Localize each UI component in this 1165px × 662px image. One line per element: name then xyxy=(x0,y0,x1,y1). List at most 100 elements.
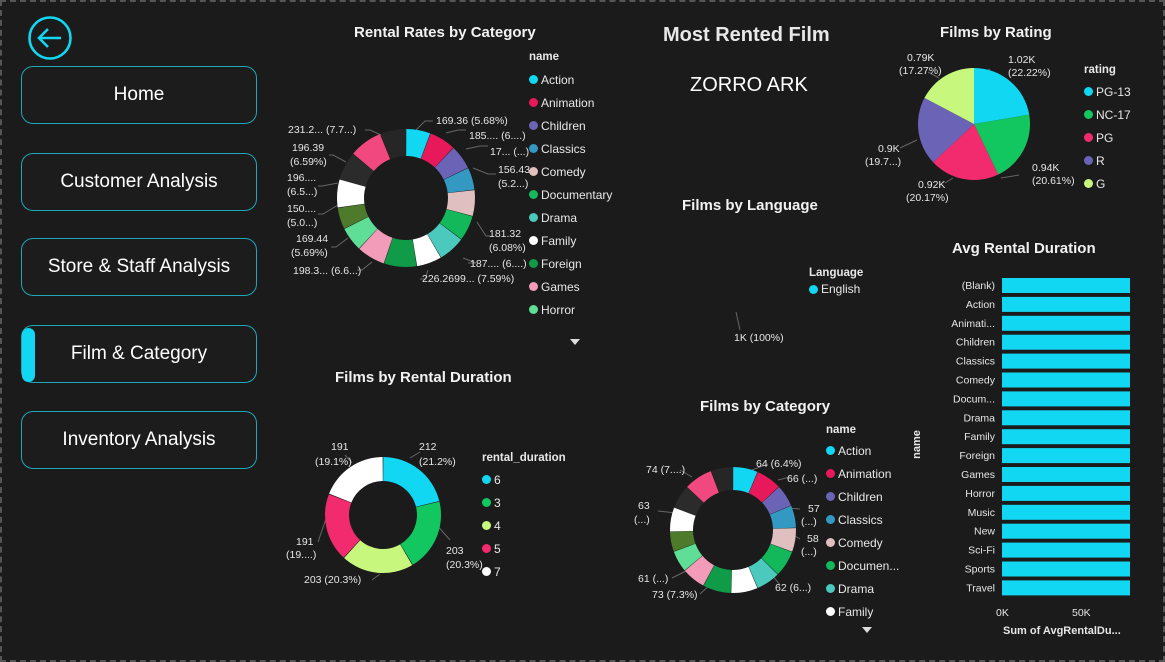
legend-item[interactable]: NC-17 xyxy=(1096,108,1131,122)
avg-duration-bar[interactable] xyxy=(1002,391,1130,407)
legend-dot xyxy=(826,492,835,501)
most-rented-title: Most Rented Film xyxy=(663,24,830,46)
legend-item[interactable]: English xyxy=(821,282,860,296)
legend-item[interactable]: 6 xyxy=(494,473,501,487)
legend-item[interactable]: Horror xyxy=(541,303,575,317)
avg-duration-bar[interactable] xyxy=(1002,353,1130,369)
avg-duration-bar[interactable] xyxy=(1002,448,1130,464)
rating-title: Films by Rating xyxy=(940,24,1052,41)
category-label-classics-pct: (...) xyxy=(801,546,817,558)
avg-duration-bar[interactable] xyxy=(1002,372,1130,388)
duration-label-5-pct: (19....) xyxy=(286,549,317,561)
legend-item[interactable]: Comedy xyxy=(541,165,586,179)
avg-duration-bar[interactable] xyxy=(1002,580,1130,596)
category-label-new: 63 xyxy=(638,500,650,512)
legend-dot xyxy=(482,498,491,507)
legend-dot xyxy=(1084,110,1093,119)
avg-duration-tick-label: Music xyxy=(968,507,995,519)
rental-duration-slice[interactable] xyxy=(400,501,441,565)
legend-item[interactable]: Action xyxy=(541,73,574,87)
legend-item[interactable]: 4 xyxy=(494,519,501,533)
legend-dot xyxy=(826,584,835,593)
rates-label-travel: 231.2... (7.7...) xyxy=(288,124,357,136)
legend-item[interactable]: Family xyxy=(541,234,576,248)
legend-dot xyxy=(529,305,538,314)
rates-legend-scroll-down-icon[interactable] xyxy=(570,339,580,345)
legend-item[interactable]: G xyxy=(1096,177,1105,191)
legend-item[interactable]: Classics xyxy=(838,513,883,527)
legend-item[interactable]: 5 xyxy=(494,542,501,556)
legend-dot xyxy=(809,284,818,294)
legend-item[interactable]: PG-13 xyxy=(1096,85,1131,99)
avg-duration-bar[interactable] xyxy=(1002,523,1130,539)
legend-item[interactable]: Action xyxy=(838,444,871,458)
legend-dot xyxy=(529,282,538,291)
avg-duration-bar[interactable] xyxy=(1002,334,1130,350)
avg-duration-bar[interactable] xyxy=(1002,485,1130,501)
duration-label-7-pct: (19.1%) xyxy=(315,456,352,468)
duration-label-5: 191 xyxy=(296,536,314,548)
legend-dot xyxy=(826,607,835,616)
legend-dot xyxy=(529,259,538,268)
duration-label-7: 191 xyxy=(331,441,349,453)
legend-item[interactable]: 3 xyxy=(494,496,501,510)
legend-item[interactable]: Drama xyxy=(838,582,874,596)
rates-label-drama: 226.2699... (7.59%) xyxy=(422,273,515,285)
avg-duration-bar[interactable] xyxy=(1002,504,1130,520)
legend-title: Language xyxy=(809,267,864,279)
rates-label-children: 17... (...) xyxy=(490,146,530,158)
most-rented-value: ZORRO ARK xyxy=(690,74,808,96)
duration-label-6-pct: (21.2%) xyxy=(419,456,456,468)
avg-duration-bar[interactable] xyxy=(1002,467,1130,482)
legend-item[interactable]: Documen... xyxy=(838,559,899,573)
category-label-children: 57 xyxy=(808,503,820,515)
legend-item[interactable]: Children xyxy=(541,119,586,133)
rating-label-pg: 0.92K xyxy=(918,179,946,191)
avg-duration-bar[interactable] xyxy=(1002,315,1130,331)
category-label-sports: 74 (7....) xyxy=(646,464,686,476)
avg-duration-bar[interactable] xyxy=(1002,410,1130,426)
rating-label-pg13-pct: (22.22%) xyxy=(1008,67,1051,79)
legend-item[interactable]: Drama xyxy=(541,211,577,225)
avg-duration-tick-label: Docum... xyxy=(953,393,995,405)
legend-item[interactable]: Comedy xyxy=(838,536,883,550)
legend-item[interactable]: Children xyxy=(838,490,883,504)
rating-label-r-pct: (19.7...) xyxy=(865,156,902,168)
legend-dot xyxy=(826,538,835,547)
category-label-games: 61 (...) xyxy=(638,573,669,585)
legend-item[interactable]: Animation xyxy=(541,96,594,110)
rates-label-music: 196.39 xyxy=(292,142,325,154)
avg-duration-tick-label: Classics xyxy=(956,356,995,368)
legend-item[interactable]: Family xyxy=(838,605,873,619)
legend-item[interactable]: R xyxy=(1096,154,1105,168)
legend-item[interactable]: Animation xyxy=(838,467,891,481)
avg-duration-bar[interactable] xyxy=(1002,296,1130,312)
legend-item[interactable]: Documentary xyxy=(541,188,612,202)
legend-item[interactable]: Games xyxy=(541,280,580,294)
rates-label-foreign: 169.44 xyxy=(296,233,329,245)
legend-title: name xyxy=(529,51,560,63)
legend-dot xyxy=(826,469,835,478)
rates-label-foreign-pct: (5.69%) xyxy=(291,247,328,259)
avg-duration-bar[interactable] xyxy=(1002,429,1130,445)
legend-dot xyxy=(482,544,491,553)
avg-duration-bar[interactable] xyxy=(1002,278,1130,293)
avg-duration-tick-label: Travel xyxy=(966,582,995,594)
legend-dot xyxy=(1084,87,1093,96)
duration-legend: rental_duration 6 3 4 5 7 xyxy=(482,452,566,583)
legend-item[interactable]: PG xyxy=(1096,131,1113,145)
avg-x-tick-1: 50K xyxy=(1072,607,1091,619)
language-title: Films by Language xyxy=(682,197,818,214)
legend-item[interactable]: 7 xyxy=(494,565,501,579)
legend-item[interactable]: Classics xyxy=(541,142,586,156)
legend-dot xyxy=(529,98,538,107)
category-legend-scroll-down-icon[interactable] xyxy=(862,627,872,633)
avg-duration-tick-label: Games xyxy=(961,469,995,481)
avg-duration-bar[interactable] xyxy=(1002,542,1130,558)
rates-label-action: 169.36 (5.68%) xyxy=(436,115,508,127)
duration-label-3: 203 xyxy=(446,545,464,557)
avg-duration-bar[interactable] xyxy=(1002,561,1130,577)
legend-item[interactable]: Foreign xyxy=(541,257,582,271)
avg-x-axis-title: Sum of AvgRentalDu... xyxy=(1003,625,1121,637)
rating-label-r: 0.9K xyxy=(878,143,900,155)
